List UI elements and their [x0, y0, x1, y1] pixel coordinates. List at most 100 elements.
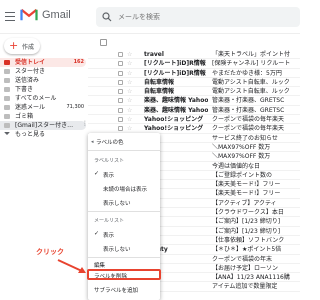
row-checkbox[interactable] — [118, 52, 123, 57]
row-checkbox[interactable] — [118, 107, 123, 113]
gmail-m-icon — [20, 8, 38, 21]
sender: 楽器、趣味情報 Yahoo!ショ… — [144, 106, 208, 114]
draft-icon — [4, 87, 10, 92]
sender: 楽器、趣味情報 Yahoo!ショ… — [144, 97, 208, 105]
row-checkbox[interactable] — [118, 98, 123, 104]
menu-item-show-if-unread[interactable]: 未読の場合は表示 — [103, 185, 147, 193]
star-icon[interactable]: ☆ — [127, 106, 132, 114]
subject: 【楽天美モード!】フリー — [212, 181, 281, 189]
sidebar-item-all-mail[interactable]: すべてのメール — [0, 94, 86, 103]
star-icon — [4, 69, 10, 74]
star-icon[interactable]: ☆ — [127, 59, 132, 67]
check-icon: ✓ — [94, 230, 100, 237]
subject: 【仕事依頼】ソフトバンク — [212, 236, 285, 244]
sidebar-item-label: すべてのメール — [15, 95, 57, 102]
sidebar-item-label: 下書き — [15, 86, 34, 93]
search-bar[interactable] — [96, 7, 300, 27]
table-row[interactable]: ☆ [リクルート]iD]R情報 [保険チャンネル] リクルート — [88, 59, 300, 69]
sidebar-item-spam[interactable]: 迷惑メール 71,300 — [0, 103, 86, 112]
sidebar-item-drafts[interactable]: 下書き — [0, 85, 86, 94]
sidebar-item-label: 受信トレイ — [15, 59, 46, 66]
divider — [88, 211, 160, 212]
menu-item-hide[interactable]: 表示しない — [103, 199, 131, 207]
unread-count: 162 — [73, 59, 84, 65]
row-checkbox[interactable] — [118, 117, 123, 123]
star-icon[interactable]: ☆ — [127, 96, 132, 104]
subject: 管楽器・打楽器、GRETSC — [212, 97, 285, 105]
sidebar-item-inbox[interactable]: 受信トレイ 162 — [0, 58, 86, 67]
menu-item-show[interactable]: 表示 — [103, 171, 114, 179]
subject: 【アクティブ】アクティ — [212, 199, 277, 207]
compose-button[interactable]: + 作成 — [4, 38, 40, 54]
divider — [88, 257, 160, 258]
more-options-icon[interactable]: ⋮ — [82, 121, 88, 129]
compose-label: 作成 — [22, 44, 35, 51]
subject: 【ご登録ポイント数の — [212, 171, 273, 179]
subject: クーポンで福袋の年末 — [212, 255, 273, 263]
menu-item-show[interactable]: 表示 — [103, 231, 114, 239]
sidebar-item-sent[interactable]: 送信済み — [0, 76, 86, 85]
subject: クーポンで福袋の毎年楽天 — [212, 125, 285, 133]
sidebar-item-label: 送信済み — [15, 77, 40, 84]
star-icon[interactable]: ☆ — [127, 87, 132, 95]
sidebar-item-label: もっと見る — [15, 131, 46, 138]
menu-item-add-sublabel[interactable]: サブラベルを追加 — [94, 286, 138, 294]
section-header-label-list: ラベルリスト — [94, 158, 125, 164]
subject: [保険チャンネル] リクルート — [212, 60, 291, 68]
subject: 【ご案内】[1/23 締切り] — [212, 218, 281, 226]
row-checkbox[interactable] — [118, 61, 123, 67]
search-input[interactable] — [118, 10, 288, 24]
select-all-checkbox[interactable] — [100, 39, 107, 46]
main-menu-icon[interactable] — [5, 12, 15, 21]
row-checkbox[interactable] — [118, 70, 123, 76]
plus-icon: + — [9, 39, 19, 52]
subject: 【＊ひ＊】★ポイント5倍 — [212, 246, 282, 254]
star-icon[interactable]: ☆ — [127, 78, 132, 86]
star-icon[interactable]: ☆ — [127, 69, 132, 77]
menu-item-hide[interactable]: 表示しない — [103, 245, 131, 253]
subject: サービス終了のお知らせ — [212, 134, 278, 142]
table-row[interactable]: ☆ 楽器、趣味情報 Yahoo!ショ… 管楽器・打楽器、GRETSC — [88, 96, 300, 106]
sidebar-item-label: ゴミ箱 — [15, 113, 34, 120]
subject: ＼MAX97%OFF 数万 — [212, 143, 271, 151]
chevron-left-icon: ◂ — [91, 139, 94, 145]
row-checkbox[interactable] — [118, 89, 123, 95]
subject: 電動アシスト自転車、ルック — [212, 78, 290, 86]
sidebar-item-label: 迷惑メール — [15, 104, 46, 111]
sender: 自転車情報 — [144, 88, 175, 96]
sender: 自転車情報 — [144, 78, 175, 86]
star-icon[interactable]: ☆ — [127, 115, 132, 123]
gmail-logo[interactable]: Gmail — [20, 8, 71, 22]
menu-item-label-color[interactable]: ラベルの色 — [96, 138, 124, 146]
spam-icon — [4, 105, 10, 110]
section-header-message-list: メールリスト — [94, 218, 125, 224]
inbox-icon — [4, 60, 10, 65]
table-row[interactable]: ☆ 自転車情報 電動アシスト自転車、ルック — [88, 87, 300, 97]
sidebar-item-starred[interactable]: スター付き — [0, 67, 86, 76]
star-icon[interactable]: ☆ — [127, 50, 132, 58]
label-icon — [4, 123, 10, 128]
row-checkbox[interactable] — [118, 79, 123, 85]
subject: ＼MAX97%OFF 数万 — [212, 153, 271, 161]
row-checkbox[interactable] — [118, 126, 123, 132]
menu-item-edit[interactable]: 編集 — [94, 261, 105, 269]
table-row[interactable]: ☆ Yahoo!ショッピング クーポンで福袋の毎年楽天 — [88, 115, 300, 125]
mail-icon — [4, 96, 10, 101]
sidebar-item-gmail-starred-label[interactable]: [Gmail]スター付き… ⋮ — [0, 121, 88, 130]
table-row[interactable]: ☆ 自転車情報 電動アシスト自転車、ルック — [88, 78, 300, 88]
gmail-window: Gmail + 作成 受信トレイ 162 スター付き 送信済み — [0, 0, 300, 300]
sender: Yahoo!ショッピング — [144, 116, 204, 124]
sidebar-item-trash[interactable]: ゴミ箱 — [0, 112, 86, 121]
sidebar-item-label: [Gmail]スター付き… — [15, 122, 74, 129]
subject: クーポンで福袋の毎年楽天 — [212, 116, 285, 124]
table-row[interactable]: ☆ [リクルート]iD]R情報 やまだたかゆき様：5万円 — [88, 69, 300, 78]
table-row[interactable]: ☆ travel 「楽天トラベル」ポイント付 — [88, 50, 300, 60]
spam-count: 71,300 — [66, 104, 85, 110]
subject: 管楽器・打楽器、GRETSC — [212, 106, 285, 114]
search-icon[interactable] — [102, 12, 112, 22]
table-row[interactable]: ☆ 楽器、趣味情報 Yahoo!ショ… 管楽器・打楽器、GRETSC — [88, 106, 300, 116]
highlight-box — [87, 269, 161, 280]
sidebar-item-more[interactable]: もっと見る — [0, 130, 86, 139]
subject: 【楽天美モード!】フリー — [212, 190, 281, 198]
chevron-down-icon — [4, 132, 10, 135]
